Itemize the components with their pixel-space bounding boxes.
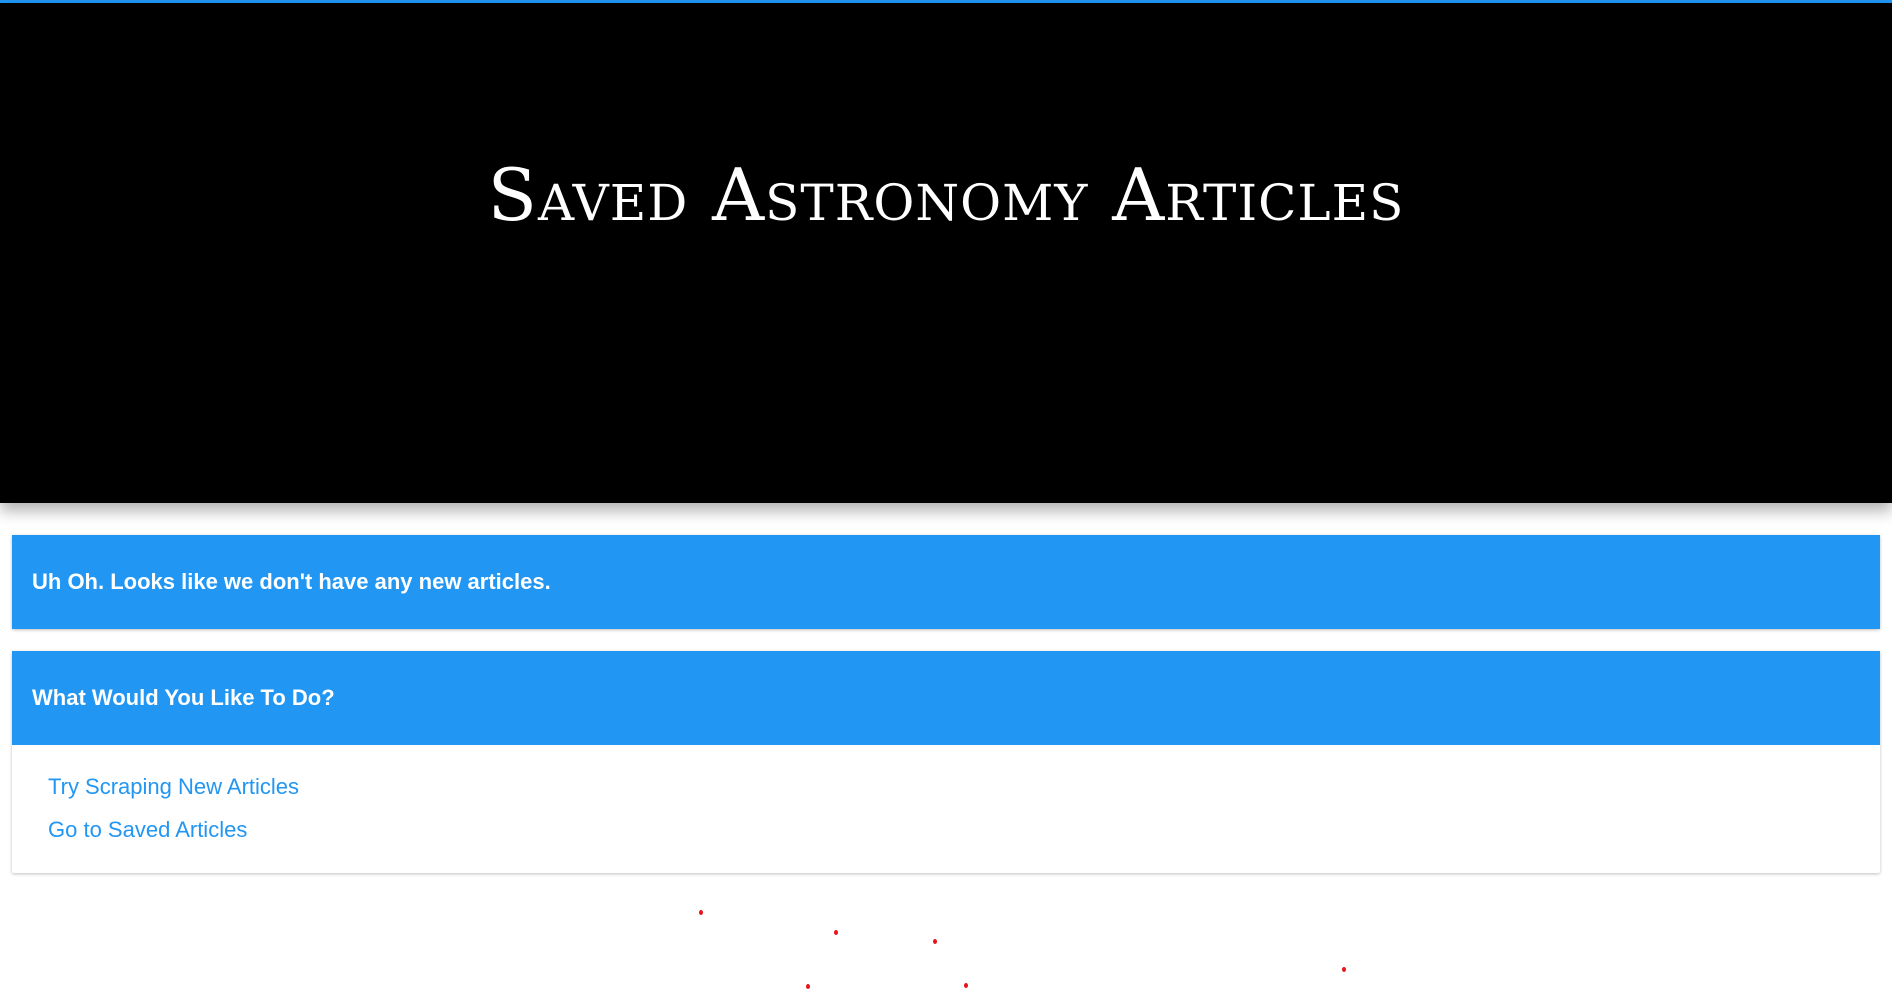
scrape-articles-link[interactable]: Try Scraping New Articles — [48, 765, 1844, 808]
actions-list: Try Scraping New Articles Go to Saved Ar… — [12, 745, 1880, 873]
actions-card: What Would You Like To Do? Try Scraping … — [12, 651, 1880, 873]
decorative-dot — [1342, 967, 1346, 972]
no-articles-alert: Uh Oh. Looks like we don't have any new … — [12, 535, 1880, 629]
decorative-dot — [834, 930, 838, 935]
decorative-dot — [933, 939, 937, 944]
decorative-dot — [806, 984, 810, 989]
decorative-dot — [699, 910, 703, 915]
saved-articles-link[interactable]: Go to Saved Articles — [48, 808, 1844, 851]
decorative-dot — [964, 983, 968, 988]
page-title: Saved Astronomy Articles — [487, 153, 1405, 237]
hero-header: Saved Astronomy Articles — [0, 3, 1892, 503]
actions-title: What Would You Like To Do? — [12, 651, 1880, 745]
alert-message: Uh Oh. Looks like we don't have any new … — [12, 535, 1880, 629]
